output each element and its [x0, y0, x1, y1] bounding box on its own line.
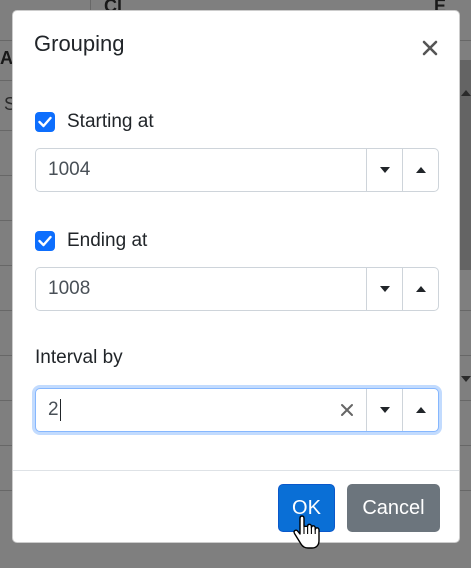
cancel-button[interactable]: Cancel [347, 484, 440, 532]
caret-down-icon [379, 286, 390, 292]
grouping-dialog: Grouping Starting at 1004 Ending at 1008… [12, 10, 460, 543]
starting-at-increment-button[interactable] [402, 149, 438, 191]
ending-at-spinner: 1008 [35, 267, 439, 311]
ending-at-row[interactable]: Ending at [35, 230, 147, 252]
caret-up-icon [415, 286, 426, 292]
interval-by-input[interactable]: 2 [36, 389, 366, 431]
caret-up-icon [415, 407, 426, 413]
starting-at-spinner: 1004 [35, 148, 439, 192]
caret-up-icon [415, 167, 426, 173]
ending-at-label: Ending at [67, 230, 148, 251]
close-icon [422, 40, 438, 56]
check-icon [38, 116, 52, 128]
interval-by-decrement-button[interactable] [366, 389, 402, 431]
check-icon [38, 235, 52, 247]
starting-at-decrement-button[interactable] [366, 149, 402, 191]
interval-by-increment-button[interactable] [402, 389, 438, 431]
ending-at-decrement-button[interactable] [366, 268, 402, 310]
interval-by-label: Interval by [35, 347, 123, 368]
text-caret [59, 399, 61, 421]
ending-at-checkbox[interactable] [35, 231, 55, 251]
clear-icon[interactable] [340, 403, 354, 417]
caret-down-icon [379, 407, 390, 413]
starting-at-input[interactable]: 1004 [36, 149, 366, 191]
close-button[interactable] [417, 35, 443, 61]
hand-cursor-icon [293, 515, 320, 549]
ending-at-increment-button[interactable] [402, 268, 438, 310]
interval-by-value: 2 [48, 399, 59, 420]
starting-at-row[interactable]: Starting at [35, 111, 154, 133]
interval-by-spinner: 2 [35, 388, 439, 432]
caret-down-icon [379, 167, 390, 173]
starting-at-label: Starting at [67, 111, 154, 132]
ending-at-input[interactable]: 1008 [36, 268, 366, 310]
dialog-title: Grouping [34, 31, 125, 56]
footer-divider [13, 470, 459, 471]
starting-at-checkbox[interactable] [35, 112, 55, 132]
